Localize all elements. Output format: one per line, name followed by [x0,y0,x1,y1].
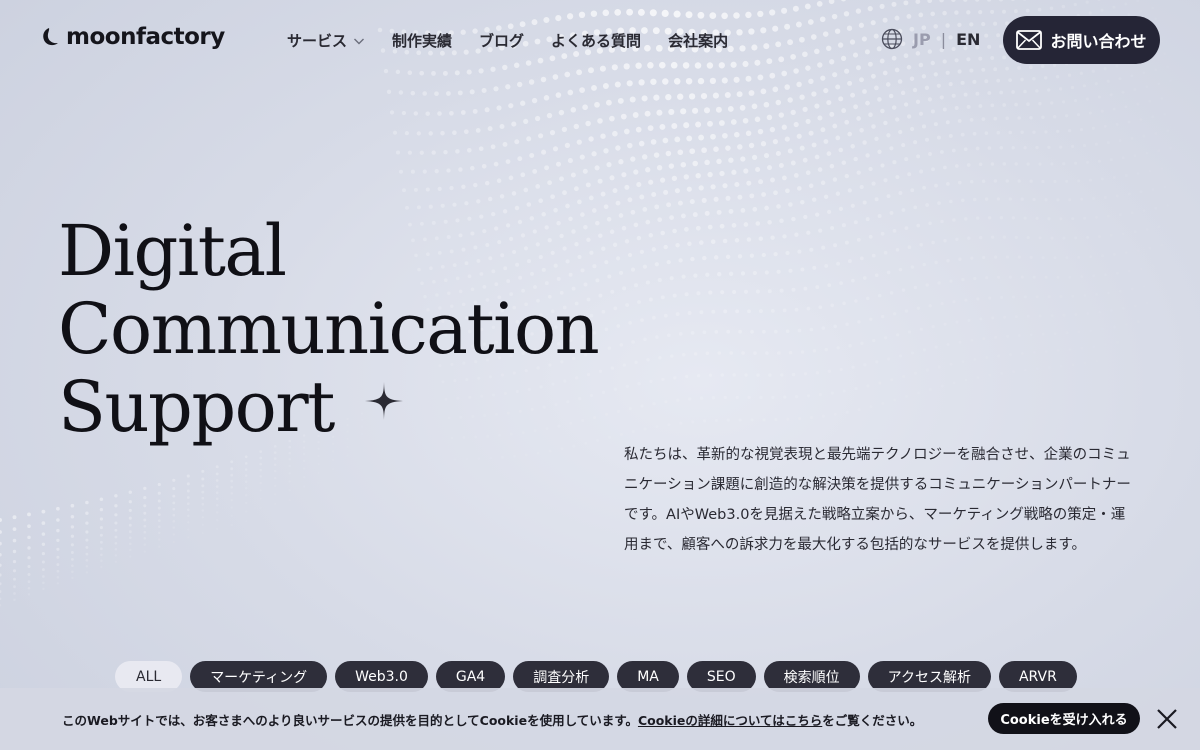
nav-item-label: よくある質問 [551,32,642,50]
hero-description: 私たちは、革新的な視覚表現と最先端テクノロジーを融合させ、企業のコミュニケーショ… [624,447,1131,553]
mail-icon [1016,30,1043,50]
nav-item-blog[interactable]: ブログ [479,30,524,51]
nav-item-label: サービス [287,32,348,50]
nav-item-label: 会社案内 [668,32,729,50]
close-icon[interactable] [1156,708,1178,730]
chevron-down-icon [354,38,365,44]
nav-item-faq[interactable]: よくある質問 [551,30,641,51]
cookie-text-after: をご覧ください。 [822,713,923,728]
main-nav: サービス 制作実績 ブログ よくある質問 会社案内 [287,30,755,51]
cookie-banner: このWebサイトでは、お客さまへのより良いサービスの提供を目的としてCookie… [0,688,1200,750]
logo-text: moonfactory [66,24,225,50]
contact-button-label: お問い合わせ [1050,32,1147,51]
cookie-text-before: このWebサイトでは、お客さまへのより良いサービスの提供を目的としてCookie… [62,713,638,728]
hero-title-line: Support [58,366,335,448]
contact-button[interactable]: お問い合わせ [1003,16,1160,64]
nav-item-works[interactable]: 制作実績 [392,30,452,51]
nav-item-label: ブログ [479,32,525,50]
sparkle-icon [365,382,403,420]
nav-item-company[interactable]: 会社案内 [668,30,728,51]
moon-logo-icon [43,28,58,46]
logo[interactable]: moonfactory [40,24,225,50]
language-switcher: JP | EN [881,28,980,50]
nav-item-services[interactable]: サービス [287,30,365,51]
site-header: moonfactory サービス 制作実績 ブログ よくある質問 会社案内 JP [0,0,1200,80]
lang-en-link[interactable]: EN [956,30,980,49]
cookie-accept-button[interactable]: Cookieを受け入れる [988,703,1140,734]
cookie-details-link[interactable]: Cookieの詳細についてはこちら [638,713,822,728]
hero-title: Digital Communication Support [58,210,600,448]
hero-title-line: Communication [58,288,600,370]
hero-title-line: Digital [58,210,287,292]
lang-jp-link[interactable]: JP [913,30,931,49]
globe-icon [881,28,903,50]
cookie-message: このWebサイトでは、お客さまへのより良いサービスの提供を目的としてCookie… [62,710,922,729]
nav-item-label: 制作実績 [392,32,453,50]
lang-separator: | [940,29,947,49]
